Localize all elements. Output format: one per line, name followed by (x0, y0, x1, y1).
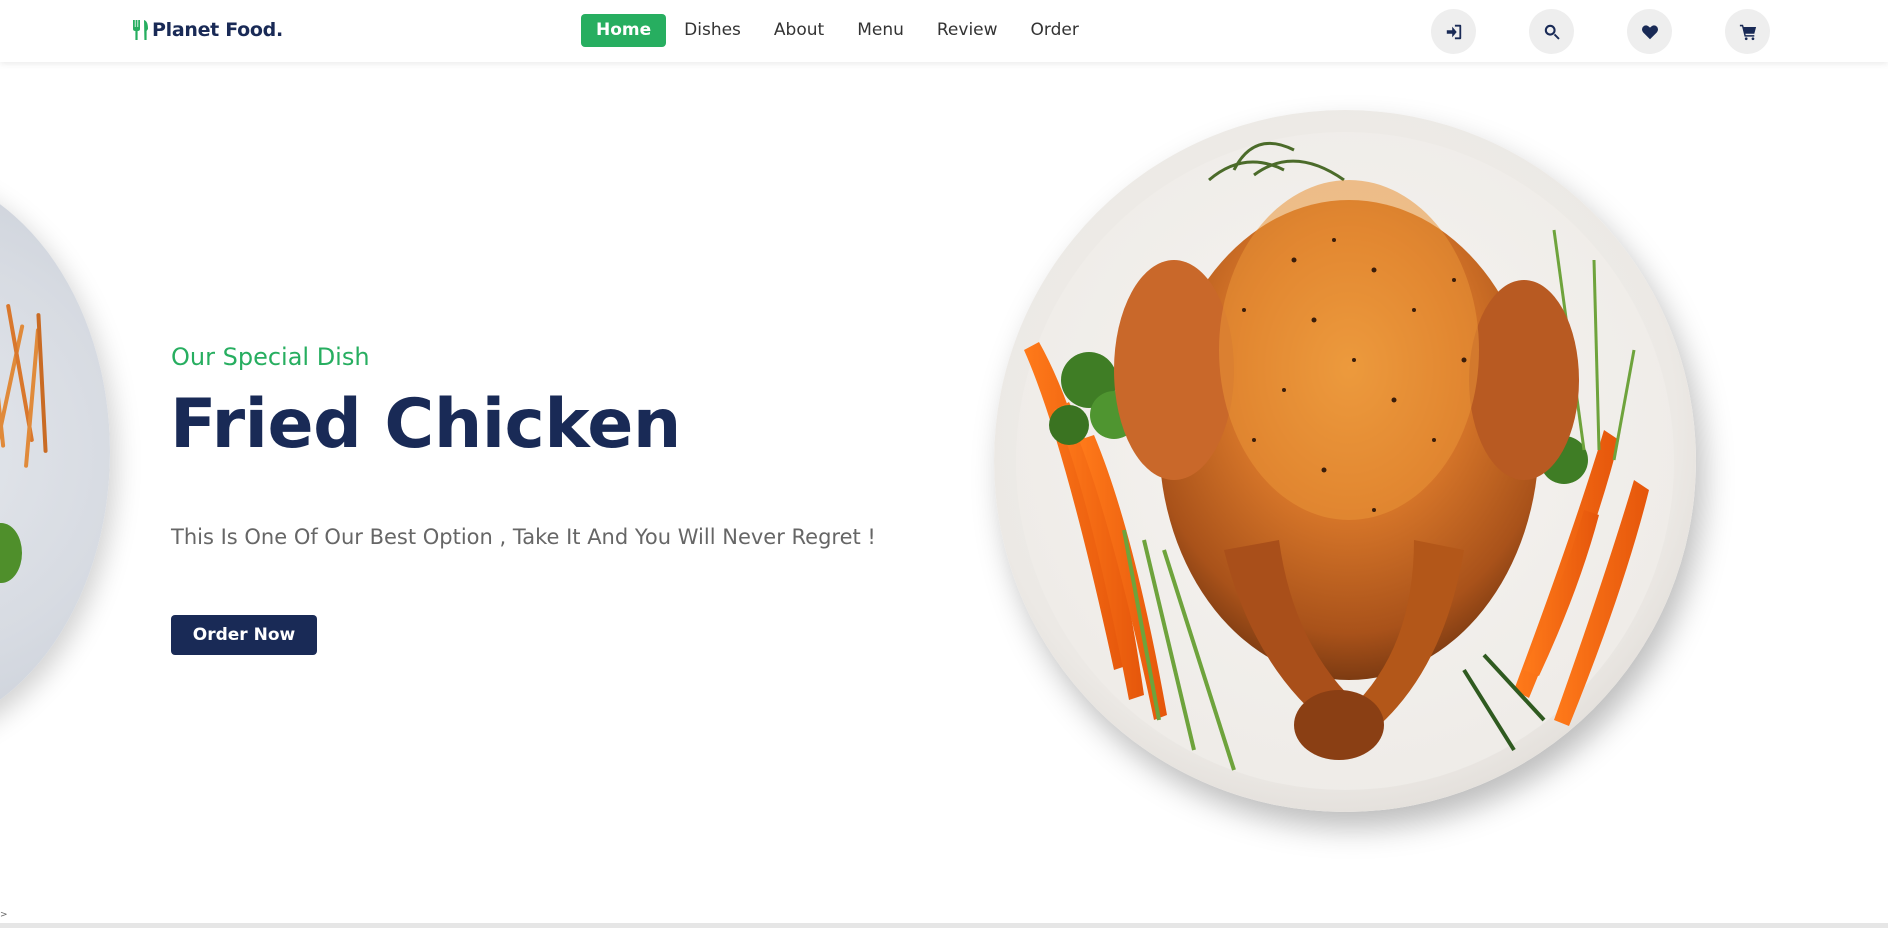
fried-chicken-plate-image (994, 110, 1696, 812)
brand-name: Planet Food. (152, 19, 283, 41)
footer-caret: > (0, 910, 8, 920)
fried-chicken-image (1024, 141, 1649, 771)
login-button[interactable] (1431, 9, 1476, 54)
order-now-button[interactable]: Order Now (171, 615, 317, 655)
basil-leaf-image (0, 523, 22, 583)
utensils-icon (133, 20, 148, 40)
pasta-image (0, 298, 56, 488)
nav-review[interactable]: Review (922, 14, 1013, 47)
main-nav: Home Dishes About Menu Review Order (581, 14, 1097, 47)
nav-menu[interactable]: Menu (842, 14, 919, 47)
header-icons (1431, 9, 1770, 54)
logo[interactable]: Planet Food. (132, 14, 283, 46)
bottom-scroll-strip (0, 923, 1888, 928)
search-icon (1544, 24, 1560, 40)
search-button[interactable] (1529, 9, 1574, 54)
page: Planet Food. Home Dishes About Menu Revi… (0, 0, 1888, 928)
cart-icon (1739, 24, 1756, 40)
cart-button[interactable] (1725, 9, 1770, 54)
previous-dish-plate-image (0, 168, 110, 736)
heart-icon (1641, 24, 1658, 39)
nav-about[interactable]: About (759, 14, 839, 47)
hero-description: This Is One Of Our Best Option , Take It… (171, 525, 876, 549)
hero-subtitle: Our Special Dish (171, 343, 370, 371)
hero-title: Fried Chicken (170, 385, 681, 464)
site-header: Planet Food. Home Dishes About Menu Revi… (0, 0, 1888, 62)
sign-in-icon (1446, 24, 1461, 39)
nav-home[interactable]: Home (581, 14, 667, 47)
nav-order[interactable]: Order (1016, 14, 1094, 47)
nav-dishes[interactable]: Dishes (669, 14, 756, 47)
wishlist-button[interactable] (1627, 9, 1672, 54)
